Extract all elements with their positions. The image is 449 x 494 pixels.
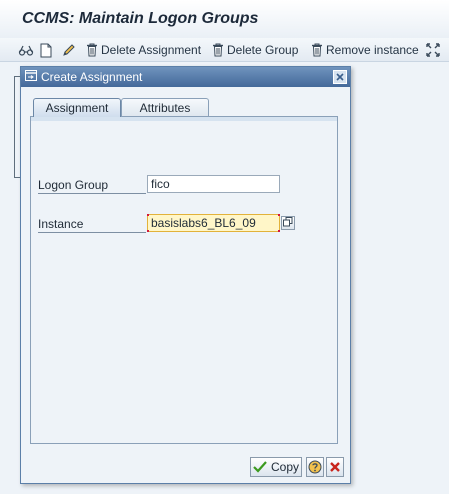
trash-icon — [212, 43, 227, 57]
possible-entries-icon — [283, 216, 293, 230]
remove-instance-button[interactable]: Remove instance — [311, 42, 419, 58]
trash-icon — [311, 43, 326, 57]
page-title: CCMS: Maintain Logon Groups — [22, 10, 259, 27]
other-object-button[interactable] — [18, 42, 37, 58]
create-button[interactable] — [40, 42, 55, 58]
tab-panel-assignment — [30, 116, 338, 444]
expand-button[interactable] — [426, 42, 443, 58]
dialog-title: Create Assignment — [41, 70, 143, 84]
delete-group-label: Delete Group — [227, 43, 299, 57]
title-bar: CCMS: Maintain Logon Groups — [0, 0, 449, 38]
field-underline — [38, 193, 146, 194]
logon-group-input[interactable]: fico — [147, 175, 280, 193]
instance-input[interactable]: basislabs6_BL6_09 — [147, 214, 280, 232]
create-icon — [40, 43, 55, 58]
check-icon — [253, 461, 267, 473]
required-marker — [147, 230, 149, 232]
delete-assignment-label: Delete Assignment — [101, 43, 202, 57]
change-button[interactable] — [62, 42, 79, 58]
cancel-icon — [329, 461, 341, 473]
delete-assignment-button[interactable]: Delete Assignment — [86, 42, 201, 58]
close-icon — [336, 70, 344, 84]
expand-icon — [426, 43, 443, 57]
dialog-title-bar[interactable]: Create Assignment — [21, 67, 350, 87]
logon-group-label: Logon Group — [38, 178, 109, 192]
close-button[interactable] — [333, 70, 347, 84]
copy-label: Copy — [270, 460, 299, 474]
possible-entries-button[interactable] — [281, 216, 295, 230]
required-marker — [278, 214, 280, 216]
application-toolbar: Delete Assignment Delete Group Remove in… — [0, 38, 449, 62]
trash-icon — [86, 43, 101, 57]
copy-button[interactable]: Copy — [250, 457, 302, 477]
tab-assignment[interactable]: Assignment — [33, 98, 121, 117]
help-button[interactable] — [306, 457, 324, 477]
dialog-window-icon — [25, 70, 37, 84]
create-assignment-dialog: Create Assignment Assignment Attributes … — [20, 66, 351, 484]
field-underline — [38, 232, 146, 233]
delete-group-button[interactable]: Delete Group — [212, 42, 298, 58]
cancel-button[interactable] — [326, 457, 344, 477]
help-icon — [308, 460, 322, 474]
remove-instance-label: Remove instance — [326, 43, 419, 57]
instance-label: Instance — [38, 217, 84, 231]
required-marker — [147, 214, 149, 216]
change-icon — [62, 43, 79, 57]
dialog-button-bar: Copy — [21, 451, 350, 483]
required-marker — [278, 230, 280, 232]
other-object-icon — [18, 43, 37, 57]
tab-attributes[interactable]: Attributes — [121, 98, 209, 116]
